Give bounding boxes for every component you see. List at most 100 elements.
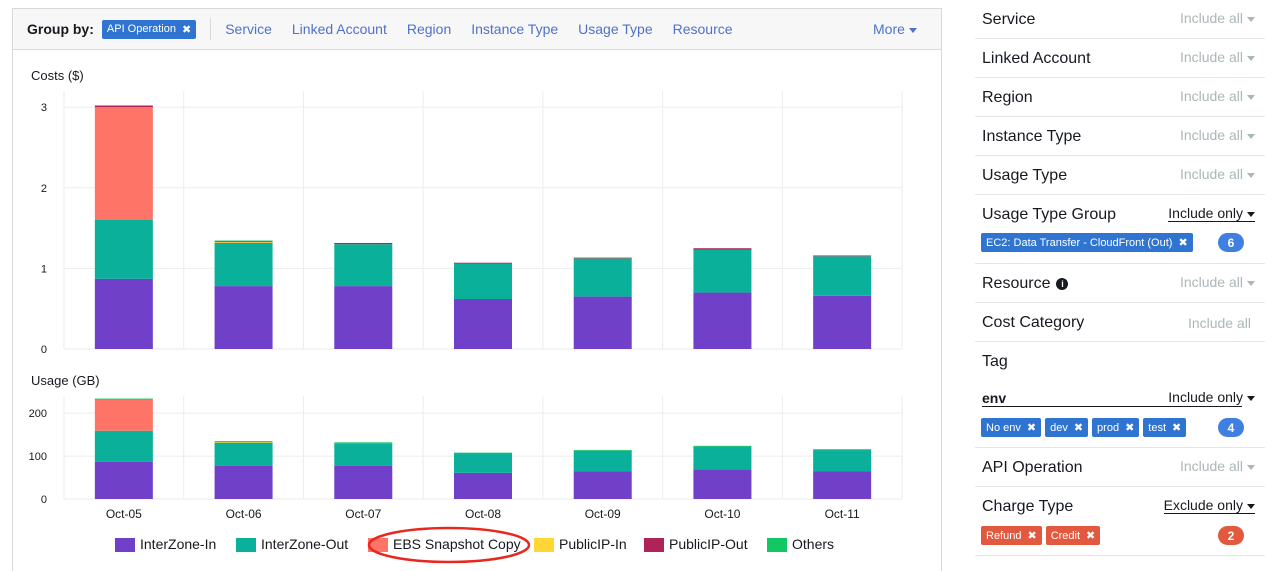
filter-mode: Include all: [1179, 10, 1243, 26]
usage-bar-segment: [94, 461, 153, 499]
group-by-option-resource[interactable]: Resource: [673, 21, 733, 37]
filter-chip[interactable]: No env ✖: [981, 418, 1042, 437]
filter-usage-type[interactable]: Usage Type Include all: [975, 156, 1265, 195]
group-by-option-service[interactable]: Service: [225, 21, 272, 37]
chip-label: No env: [986, 421, 1021, 434]
filter-label: Charge Type: [982, 498, 1074, 515]
info-icon[interactable]: i: [1056, 278, 1069, 290]
filter-count-badge: 4: [1218, 418, 1244, 437]
filter-label-text: Resource: [982, 275, 1051, 292]
filter-chip[interactable]: EC2: Data Transfer - CloudFront (Out) ✖: [981, 233, 1193, 252]
filter-service[interactable]: Service Include all: [975, 0, 1265, 39]
costs-bar-segment: [813, 295, 872, 349]
group-by-more-button[interactable]: More: [873, 21, 917, 37]
remove-icon[interactable]: ✖: [1027, 421, 1036, 434]
filter-resource-dropdown[interactable]: Include all: [1180, 274, 1255, 290]
usage-chart-title: Usage (GB): [31, 373, 100, 388]
group-by-selected-chip[interactable]: API Operation ✖: [101, 19, 197, 39]
filter-label: Instance Type: [982, 128, 1082, 145]
costs-chart-title: Costs ($): [31, 68, 84, 83]
filter-chip[interactable]: test ✖: [1143, 418, 1187, 437]
filter-api-operation[interactable]: API Operation Include all: [975, 448, 1265, 487]
filter-charge-type[interactable]: Charge Type Exclude only Refund ✖ Credit ✖…: [975, 487, 1265, 556]
costs-bar-segment: [94, 220, 153, 279]
group-by-option-instance-type[interactable]: Instance Type: [471, 21, 558, 37]
group-by-option-linked-account[interactable]: Linked Account: [292, 21, 387, 37]
group-by-option-usage-type[interactable]: Usage Type: [578, 21, 652, 37]
usage-bar-segment: [693, 469, 752, 499]
filter-chip[interactable]: prod ✖: [1092, 418, 1140, 437]
filter-charge-type-dropdown[interactable]: Exclude only: [1163, 497, 1255, 514]
filter-mode: Include all: [1179, 166, 1243, 182]
costs-bar-segment: [334, 242, 393, 245]
filter-cost-category-mode[interactable]: Include all: [1188, 315, 1251, 331]
filter-mode: Include all: [1179, 127, 1243, 143]
filter-region[interactable]: Region Include all: [975, 78, 1265, 117]
filter-label: API Operation: [982, 459, 1083, 476]
usage-bar-segment: [334, 442, 393, 444]
chevron-down-icon: [1247, 172, 1255, 178]
legend-swatch: [534, 538, 554, 552]
usage-bar-segment: [813, 449, 872, 451]
x-tick-label: Oct-09: [585, 507, 621, 521]
filter-service-dropdown[interactable]: Include all: [1180, 10, 1255, 26]
remove-icon[interactable]: ✖: [1125, 421, 1134, 434]
filter-api-operation-dropdown[interactable]: Include all: [1180, 458, 1255, 474]
usage-y-tick-label: 0: [41, 494, 47, 506]
legend-item-label: PublicIP-Out: [669, 536, 748, 552]
remove-icon[interactable]: ✖: [1074, 421, 1083, 434]
filter-chip[interactable]: Refund ✖: [981, 526, 1042, 545]
filter-linked-account-dropdown[interactable]: Include all: [1180, 49, 1255, 65]
remove-icon[interactable]: ✖: [1086, 529, 1095, 542]
chevron-down-icon: [1247, 133, 1255, 139]
filter-usage-type-dropdown[interactable]: Include all: [1180, 166, 1255, 182]
usage-bar-segment: [693, 445, 752, 447]
filter-region-dropdown[interactable]: Include all: [1180, 88, 1255, 104]
usage-bar-segment: [94, 398, 153, 400]
legend-item-label: Others: [792, 536, 834, 552]
usage-bar-segment: [94, 430, 153, 462]
filter-tag-dropdown[interactable]: Include only: [1168, 389, 1255, 405]
filter-resource[interactable]: Resource i Include all: [975, 264, 1265, 303]
filter-count-badge: 2: [1218, 526, 1244, 545]
costs-bar-segment: [94, 278, 153, 349]
x-tick-label: Oct-08: [465, 507, 501, 521]
remove-icon[interactable]: ✖: [1178, 236, 1187, 249]
costs-bar-segment: [214, 241, 273, 243]
group-by-option-region[interactable]: Region: [407, 21, 451, 37]
filter-instance-type[interactable]: Instance Type Include all: [975, 117, 1265, 156]
usage-bar-segment: [214, 442, 273, 466]
remove-icon[interactable]: ✖: [182, 23, 191, 36]
filter-chips: Refund ✖ Credit ✖: [981, 526, 1101, 545]
remove-icon[interactable]: ✖: [1027, 529, 1036, 542]
costs-bar-segment: [214, 242, 273, 287]
costs-bar-segment: [693, 292, 752, 349]
filter-usage-type-group-dropdown[interactable]: Include only: [1168, 205, 1255, 222]
usage-bar-segment: [454, 452, 512, 454]
legend-item-label: PublicIP-In: [559, 536, 627, 552]
x-tick-label: Oct-07: [345, 507, 381, 521]
costs-y-tick-label: 1: [41, 263, 47, 275]
usage-bar-segment: [214, 441, 273, 442]
filter-mode: Include only: [1168, 389, 1243, 405]
filter-mode: Exclude only: [1163, 497, 1243, 513]
filter-linked-account[interactable]: Linked Account Include all: [975, 39, 1265, 78]
filter-tag[interactable]: Tag env Include only No env ✖ dev ✖ prod ✖ …: [975, 342, 1265, 448]
filter-instance-type-dropdown[interactable]: Include all: [1180, 127, 1255, 143]
usage-bar-segment: [693, 446, 752, 470]
filter-cost-category[interactable]: Cost Category Include all: [975, 303, 1265, 342]
filter-usage-type-group[interactable]: Usage Type Group Include only EC2: Data …: [975, 195, 1265, 264]
costs-bar-segment: [334, 286, 393, 349]
remove-icon[interactable]: ✖: [1172, 421, 1181, 434]
x-tick-label: Oct-06: [226, 507, 262, 521]
usage-bar-segment: [573, 450, 632, 472]
filter-label: Region: [982, 89, 1033, 106]
chip-label: Refund: [986, 529, 1022, 542]
costs-bar-segment: [214, 242, 273, 243]
filter-chip[interactable]: Credit ✖: [1045, 526, 1101, 545]
filter-chips: EC2: Data Transfer - CloudFront (Out) ✖: [981, 233, 1193, 252]
legend-item-label: InterZone-In: [140, 536, 216, 552]
filters-panel: Service Include all Linked Account Inclu…: [975, 0, 1270, 571]
filter-chip[interactable]: dev ✖: [1045, 418, 1089, 437]
usage-bar-segment: [573, 471, 632, 499]
